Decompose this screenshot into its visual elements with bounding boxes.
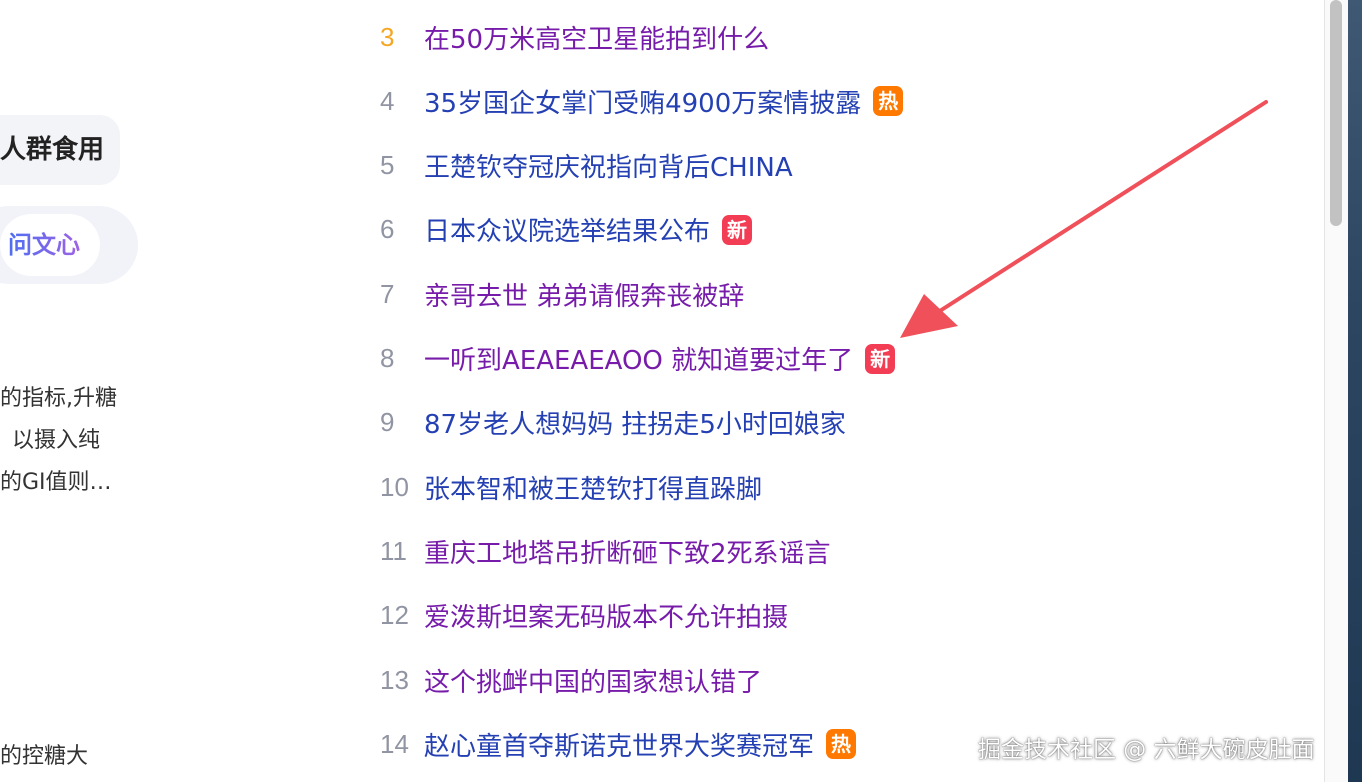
- hot-title-link[interactable]: 一听到AEAEAEAOO 就知道要过年了: [424, 340, 853, 377]
- hot-rank-number: 4: [380, 85, 395, 116]
- hot-title-link[interactable]: 张本智和被王楚钦打得直跺脚: [424, 469, 762, 506]
- hot-title-link[interactable]: 87岁老人想妈妈 拄拐走5小时回娘家: [424, 404, 846, 441]
- hot-title-link[interactable]: 王楚钦夺冠庆祝指向背后CHINA: [424, 147, 793, 184]
- hot-title-link[interactable]: 重庆工地塔吊折断砸下致2死系谣言: [424, 533, 831, 570]
- hot-rank-number: 10: [380, 471, 409, 502]
- hot-rank-number: 13: [380, 664, 409, 695]
- new-badge: 新: [722, 214, 753, 245]
- hot-rank-number: 12: [380, 600, 409, 631]
- hot-title-link[interactable]: 赵心童首夺斯诺克世界大奖赛冠军: [424, 726, 814, 763]
- watermark: 掘金技术社区 @ 六鲜大碗皮肚面: [978, 737, 1315, 763]
- hot-title-link[interactable]: 35岁国企女掌门受贿4900万案情披露: [424, 83, 861, 120]
- suggestion-chip-label: 人群食用: [0, 135, 105, 165]
- hot-rank-number: 11: [380, 535, 407, 566]
- hot-list-item[interactable]: 9 87岁老人想妈妈 拄拐走5小时回娘家: [370, 391, 846, 455]
- hot-rank-number: 7: [380, 278, 395, 309]
- hot-title-link[interactable]: 爱泼斯坦案无码版本不允许拍摄: [424, 597, 788, 634]
- page: 人群食用 问文心 的指标,升糖 以摄入纯 的GI值则… 的控糖大 3 在50万米高…: [0, 0, 1362, 782]
- result-snippet-line: 的指标,升糖: [0, 386, 117, 411]
- ask-wenxin-button[interactable]: 问文心: [0, 214, 100, 276]
- hot-list-item[interactable]: 10 张本智和被王楚钦打得直跺脚: [370, 455, 762, 519]
- hot-title-link[interactable]: 亲哥去世 弟弟请假奔丧被辞: [424, 276, 744, 313]
- hot-rank-number: 6: [380, 214, 395, 245]
- hot-list-item[interactable]: 6 日本众议院选举结果公布新: [370, 198, 753, 262]
- hot-list-item[interactable]: 12 爱泼斯坦案无码版本不允许拍摄: [370, 584, 788, 648]
- hot-title-link[interactable]: 日本众议院选举结果公布: [424, 211, 710, 248]
- hot-rank-number: 5: [380, 150, 395, 181]
- hot-rank-number: 8: [380, 343, 395, 373]
- hot-list-item[interactable]: 5 王楚钦夺冠庆祝指向背后CHINA: [370, 134, 793, 198]
- hot-list-item[interactable]: 8 一听到AEAEAEAOO 就知道要过年了新: [370, 327, 896, 391]
- hot-rank-number: 14: [380, 728, 409, 759]
- scrollbar-thumb[interactable]: [1330, 0, 1342, 226]
- new-badge: 新: [865, 343, 896, 374]
- hot-rank-number: 9: [380, 407, 395, 438]
- ask-wenxin-chip[interactable]: 问文心: [0, 206, 138, 284]
- hot-badge: 热: [873, 86, 904, 117]
- hot-rank-number: 3: [380, 21, 395, 52]
- hot-title-link[interactable]: 这个挑衅中国的国家想认错了: [424, 662, 762, 699]
- hot-list-item[interactable]: 14 赵心童首夺斯诺克世界大奖赛冠军热: [370, 712, 857, 776]
- hot-badge: 热: [826, 729, 857, 760]
- result-snippet-line: 的控糖大: [0, 744, 89, 769]
- hot-list-item[interactable]: 13 这个挑衅中国的国家想认错了: [370, 648, 762, 712]
- result-snippet-line: 以摄入纯: [12, 428, 101, 453]
- hot-list-item[interactable]: 4 35岁国企女掌门受贿4900万案情披露热: [370, 69, 904, 133]
- hot-title-link[interactable]: 在50万米高空卫星能拍到什么: [424, 19, 769, 56]
- ask-wenxin-label: 问文心: [8, 231, 80, 259]
- suggestion-chip[interactable]: 人群食用: [0, 115, 120, 185]
- hot-list-item[interactable]: 7 亲哥去世 弟弟请假奔丧被辞: [370, 262, 744, 326]
- hot-list-item[interactable]: 11 重庆工地塔吊折断砸下致2死系谣言: [370, 519, 831, 583]
- desktop-background: [1348, 0, 1362, 782]
- result-snippet-line: 的GI值则…: [0, 470, 112, 495]
- hot-list-item[interactable]: 3 在50万米高空卫星能拍到什么: [370, 5, 769, 69]
